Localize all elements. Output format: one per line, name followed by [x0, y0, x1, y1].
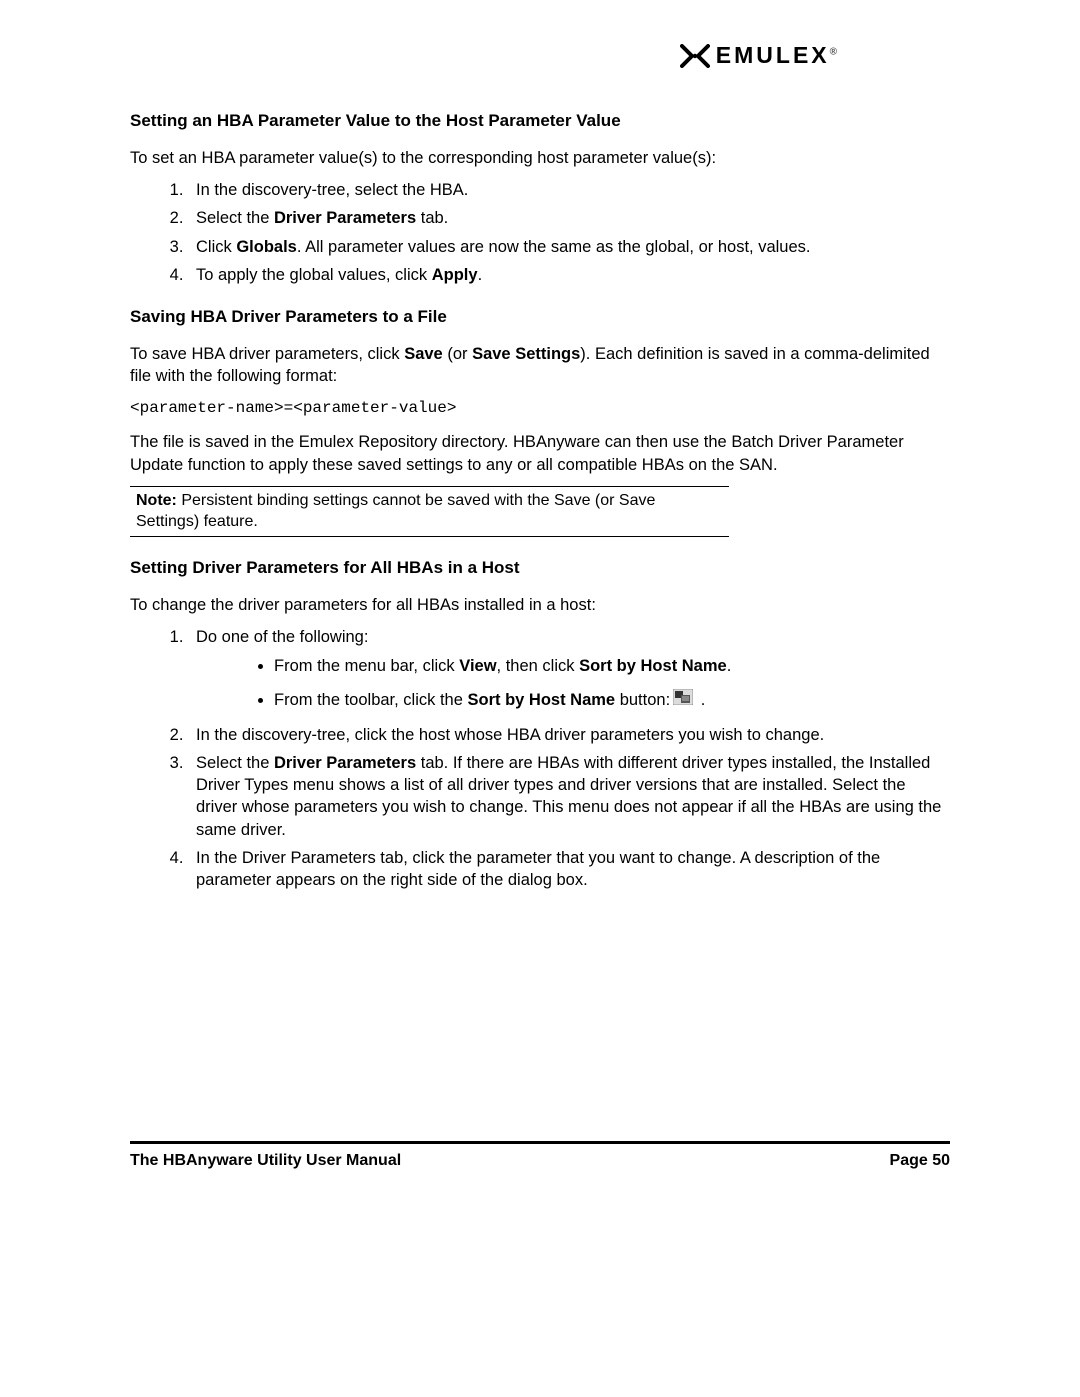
step-item: Select the Driver Parameters tab.	[188, 207, 950, 229]
step-text: . All parameter values are now the same …	[297, 238, 811, 256]
bullet-item: From the toolbar, click the Sort by Host…	[274, 689, 950, 712]
text: From the menu bar, click	[274, 657, 459, 675]
bold-term: Globals	[236, 238, 297, 256]
logo-label: EMULEX	[716, 42, 830, 68]
para: The file is saved in the Emulex Reposito…	[130, 431, 950, 476]
steps-3: Do one of the following: From the menu b…	[130, 626, 950, 891]
step-item: Do one of the following: From the menu b…	[188, 626, 950, 711]
step-text: Click	[196, 238, 236, 256]
step-item: In the discovery-tree, click the host wh…	[188, 724, 950, 746]
sort-by-host-icon	[673, 689, 693, 711]
text: .	[696, 691, 705, 709]
note-label: Note:	[136, 492, 177, 509]
page-footer: The HBAnyware Utility User Manual Page 5…	[130, 1141, 950, 1172]
page-number: Page 50	[890, 1150, 950, 1172]
section-save-params: Saving HBA Driver Parameters to a File T…	[130, 306, 950, 537]
footer-rule	[130, 1141, 950, 1144]
step-item: In the Driver Parameters tab, click the …	[188, 847, 950, 892]
heading-2: Saving HBA Driver Parameters to a File	[130, 306, 950, 329]
logo-text: EMULEX®	[716, 40, 840, 71]
bold-term: Save	[404, 345, 443, 363]
text: button:	[615, 691, 670, 709]
bold-term: Driver Parameters	[274, 754, 416, 772]
intro-3: To change the driver parameters for all …	[130, 594, 950, 616]
bold-term: Sort by Host Name	[468, 691, 616, 709]
steps-1: In the discovery-tree, select the HBA. S…	[130, 179, 950, 286]
step-text: .	[478, 266, 483, 284]
page: EMULEX® Setting an HBA Parameter Value t…	[0, 0, 1080, 1397]
code-format: <parameter-name>=<parameter-value>	[130, 398, 950, 420]
section-set-hba-param: Setting an HBA Parameter Value to the Ho…	[130, 110, 950, 286]
para: To save HBA driver parameters, click Sav…	[130, 343, 950, 388]
step-text: To apply the global values, click	[196, 266, 432, 284]
text: , then click	[497, 657, 580, 675]
footer-title: The HBAnyware Utility User Manual	[130, 1150, 401, 1172]
step-item: Click Globals. All parameter values are …	[188, 236, 950, 258]
text: From the toolbar, click the	[274, 691, 468, 709]
step-text: In the discovery-tree, click the host wh…	[196, 726, 824, 744]
step-text: In the discovery-tree, select the HBA.	[196, 181, 468, 199]
section-all-hbas: Setting Driver Parameters for All HBAs i…	[130, 557, 950, 891]
step-item: To apply the global values, click Apply.	[188, 264, 950, 286]
bold-term: Driver Parameters	[274, 209, 416, 227]
text: (or	[443, 345, 472, 363]
footer-row: The HBAnyware Utility User Manual Page 5…	[130, 1150, 950, 1172]
emulex-mark-icon	[680, 44, 710, 68]
intro-1: To set an HBA parameter value(s) to the …	[130, 147, 950, 169]
note-text: Persistent binding settings cannot be sa…	[136, 492, 655, 531]
step-text: tab.	[416, 209, 448, 227]
document-body: Setting an HBA Parameter Value to the Ho…	[130, 110, 950, 911]
sub-bullets: From the menu bar, click View, then clic…	[196, 655, 950, 712]
heading-1: Setting an HBA Parameter Value to the Ho…	[130, 110, 950, 133]
bold-term: Sort by Host Name	[579, 657, 727, 675]
step-item: Select the Driver Parameters tab. If the…	[188, 752, 950, 841]
brand-logo: EMULEX®	[680, 40, 840, 71]
step-text: Select the	[196, 209, 274, 227]
heading-3: Setting Driver Parameters for All HBAs i…	[130, 557, 950, 580]
registered-mark: ®	[830, 46, 840, 57]
note-box: Note: Persistent binding settings cannot…	[130, 486, 729, 537]
step-item: In the discovery-tree, select the HBA.	[188, 179, 950, 201]
step-text: Select the	[196, 754, 274, 772]
step-text: In the Driver Parameters tab, click the …	[196, 849, 880, 889]
text: .	[727, 657, 732, 675]
bold-term: Apply	[432, 266, 478, 284]
step-text: Do one of the following:	[196, 628, 368, 646]
bullet-item: From the menu bar, click View, then clic…	[274, 655, 950, 677]
bold-term: View	[459, 657, 496, 675]
bold-term: Save Settings	[472, 345, 580, 363]
text: To save HBA driver parameters, click	[130, 345, 404, 363]
